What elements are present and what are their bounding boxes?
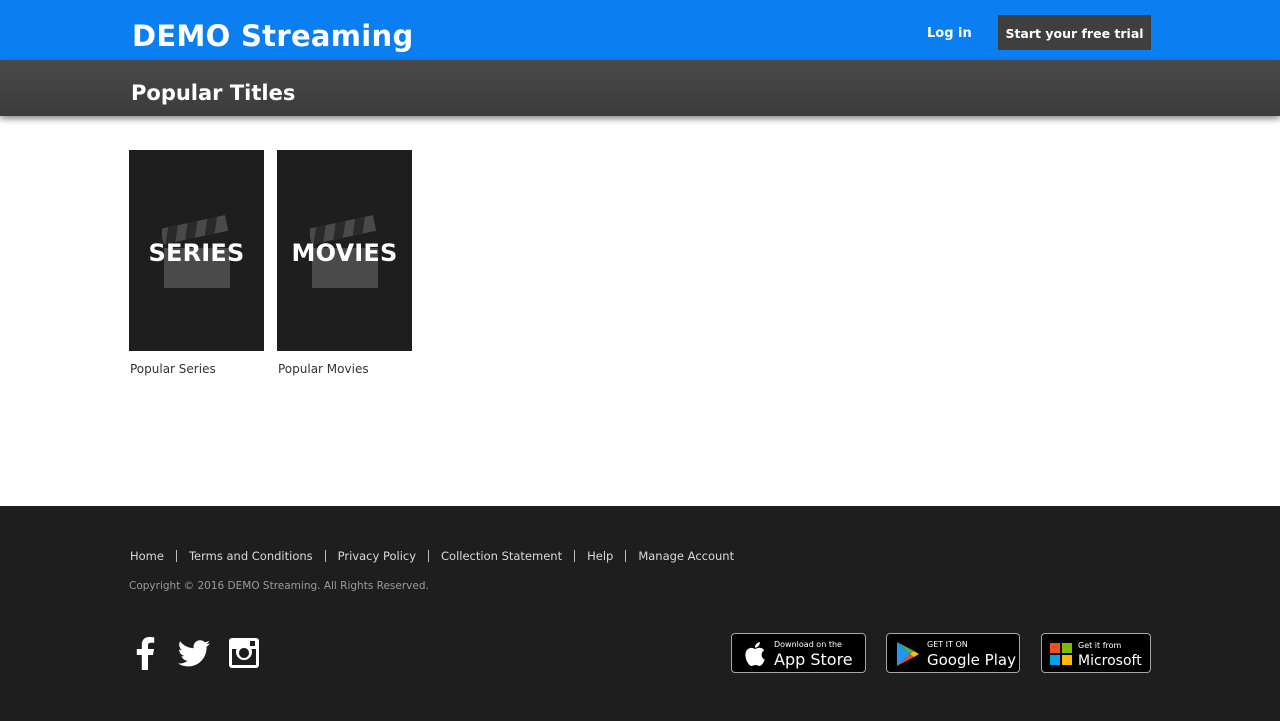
series-tile-image[interactable]: SERIES xyxy=(129,150,264,351)
top-navbar: DEMO Streaming Log in Start your free tr… xyxy=(0,0,1280,60)
series-tile[interactable]: SERIES Popular Series xyxy=(129,150,264,376)
footer-nav: Home Terms and Conditions Privacy Policy… xyxy=(130,548,734,564)
footer-link-collection-statement[interactable]: Collection Statement xyxy=(441,548,562,564)
instagram-icon[interactable] xyxy=(228,637,260,669)
google-play-badge[interactable]: GET IT ON Google Play xyxy=(886,633,1020,673)
page-title-bar: Popular Titles xyxy=(0,60,1280,116)
footer-separator xyxy=(428,550,430,562)
twitter-icon[interactable] xyxy=(177,636,211,670)
series-tile-label: SERIES xyxy=(148,239,245,267)
footer-link-privacy[interactable]: Privacy Policy xyxy=(338,548,416,564)
series-tile-caption[interactable]: Popular Series xyxy=(130,361,216,377)
app-store-badge[interactable]: Download on the App Store xyxy=(731,633,866,673)
movies-tile[interactable]: MOVIES Popular Movies xyxy=(277,150,412,376)
movies-tile-label: MOVIES xyxy=(291,239,398,267)
page-title: Popular Titles xyxy=(131,81,296,105)
footer-link-home[interactable]: Home xyxy=(130,548,164,564)
microsoft-icon xyxy=(1050,643,1072,665)
app-store-small-text: Download on the xyxy=(774,640,842,649)
footer: Home Terms and Conditions Privacy Policy… xyxy=(0,506,1280,721)
google-play-icon xyxy=(897,642,919,666)
footer-link-help[interactable]: Help xyxy=(587,548,613,564)
app-store-big-text: App Store xyxy=(774,650,853,669)
footer-separator xyxy=(324,550,326,562)
login-link[interactable]: Log in xyxy=(927,25,972,43)
copyright-text: Copyright © 2016 DEMO Streaming. All Rig… xyxy=(129,580,429,592)
microsoft-badge[interactable]: Get it from Microsoft xyxy=(1041,633,1151,673)
footer-link-terms[interactable]: Terms and Conditions xyxy=(189,548,313,564)
google-play-big-text: Google Play xyxy=(927,651,1016,669)
facebook-icon[interactable] xyxy=(134,636,156,670)
brand-logo[interactable]: DEMO Streaming xyxy=(132,17,414,55)
footer-link-manage-account[interactable]: Manage Account xyxy=(638,548,734,564)
footer-separator xyxy=(574,550,576,562)
apple-icon xyxy=(745,642,765,667)
movies-tile-image[interactable]: MOVIES xyxy=(277,150,412,351)
movies-tile-caption[interactable]: Popular Movies xyxy=(278,361,369,377)
google-play-small-text: GET IT ON xyxy=(927,640,968,649)
footer-separator xyxy=(625,550,627,562)
free-trial-button[interactable]: Start your free trial xyxy=(998,15,1151,50)
microsoft-small-text: Get it from xyxy=(1078,641,1122,650)
microsoft-big-text: Microsoft xyxy=(1078,653,1142,669)
footer-separator xyxy=(175,550,177,562)
